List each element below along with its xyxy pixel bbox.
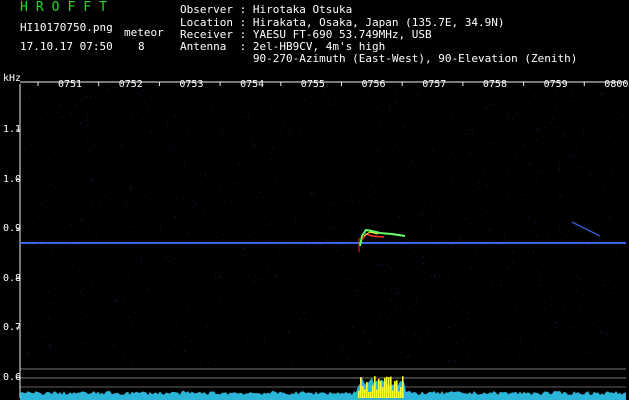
signal-level-burst: [396, 380, 398, 398]
time-tick-label: 0751: [58, 79, 83, 90]
signal-level-burst: [368, 391, 370, 398]
frequency-tick-label: 1.0: [3, 173, 22, 185]
meteor-echo-2: [571, 221, 601, 237]
frequency-tick-label: 1.1: [3, 124, 22, 135]
time-tick-label: 0800: [604, 79, 629, 90]
signal-level-burst: [388, 377, 390, 398]
time-tick-label: 0755: [300, 79, 325, 90]
signal-level-burst: [398, 391, 400, 398]
signal-level-trace: [20, 377, 626, 400]
signal-level-burst: [374, 376, 376, 398]
signal-level-burst: [402, 376, 404, 398]
signal-level-burst: [394, 380, 396, 398]
frequency-tick-label: 0.7: [3, 322, 22, 333]
signal-level-burst: [358, 390, 360, 398]
signal-level-burst: [370, 391, 372, 398]
signal-level-burst: [400, 387, 402, 398]
signal-level-burst: [392, 390, 394, 398]
time-tick-label: 0757: [422, 79, 447, 90]
signal-level-burst: [372, 385, 374, 398]
time-tick-label: 0756: [361, 79, 386, 90]
signal-level-burst: [364, 389, 366, 398]
signal-level-burst: [378, 379, 380, 398]
noise-layer: [20, 86, 627, 367]
time-tick-label: 0754: [240, 79, 265, 90]
signal-level-burst: [366, 381, 368, 398]
spectrogram: [16, 81, 627, 400]
signal-level-burst: [380, 381, 382, 398]
signal-level-burst: [386, 376, 388, 398]
time-tick-label: 0753: [179, 79, 204, 90]
frequency-tick-label: 0.9: [3, 223, 22, 234]
signal-level-burst: [390, 376, 392, 398]
time-tick-label: 0752: [118, 79, 143, 90]
frequency-tick-label: 0.8: [3, 272, 22, 284]
signal-level-burst: [376, 389, 378, 398]
signal-level-burst: [362, 386, 364, 398]
signal-level-burst: [382, 387, 384, 398]
frequency-tick-label: 0.6: [3, 371, 22, 383]
time-tick-label: 0759: [543, 79, 568, 90]
signal-level-burst: [384, 377, 386, 398]
time-tick-label: 0758: [482, 79, 507, 90]
signal-level-burst: [360, 377, 362, 398]
